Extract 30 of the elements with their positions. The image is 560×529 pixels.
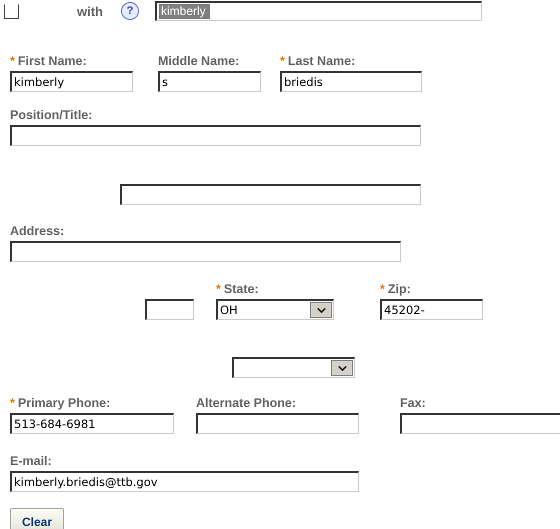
- input-field[interactable]: [10, 125, 421, 146]
- input-field[interactable]: [196, 413, 359, 434]
- auto-fill-label: with: [77, 4, 103, 18]
- field-label: Address:: [10, 224, 66, 239]
- field-label: * Primary Phone:: [10, 396, 112, 411]
- auto-fill-field[interactable]: kimberly: [155, 1, 482, 21]
- field-label: E-mail:: [10, 454, 53, 469]
- input-field[interactable]: [10, 241, 401, 262]
- input-field[interactable]: [400, 413, 560, 434]
- input-field[interactable]: [120, 184, 421, 205]
- dropdown-field[interactable]: OH: [216, 299, 334, 320]
- input-field[interactable]: kimberly.briedis@ttb.gov: [10, 471, 359, 492]
- help-icon[interactable]: ?: [121, 2, 139, 20]
- field-label: * State:: [216, 282, 260, 297]
- field-label: Middle Name:: [158, 54, 240, 69]
- field-label: * First Name:: [10, 54, 88, 69]
- input-field[interactable]: s: [158, 71, 261, 92]
- field-label: Position/Title:: [10, 108, 94, 123]
- input-field[interactable]: [145, 299, 194, 320]
- field-label: * Last Name:: [280, 54, 356, 69]
- input-field[interactable]: kimberly: [10, 71, 133, 92]
- field-label: * Zip:: [380, 282, 412, 297]
- field-label: Alternate Phone:: [196, 396, 298, 411]
- input-field[interactable]: briedis: [280, 71, 422, 92]
- input-field[interactable]: 513-684-6981: [10, 413, 174, 434]
- field-label: Fax:: [400, 396, 427, 411]
- auto-fill-checkbox[interactable]: [4, 4, 19, 18]
- dropdown-field[interactable]: [232, 357, 355, 378]
- input-field[interactable]: 45202-: [380, 299, 483, 320]
- clear-button[interactable]: Clear: [10, 508, 64, 529]
